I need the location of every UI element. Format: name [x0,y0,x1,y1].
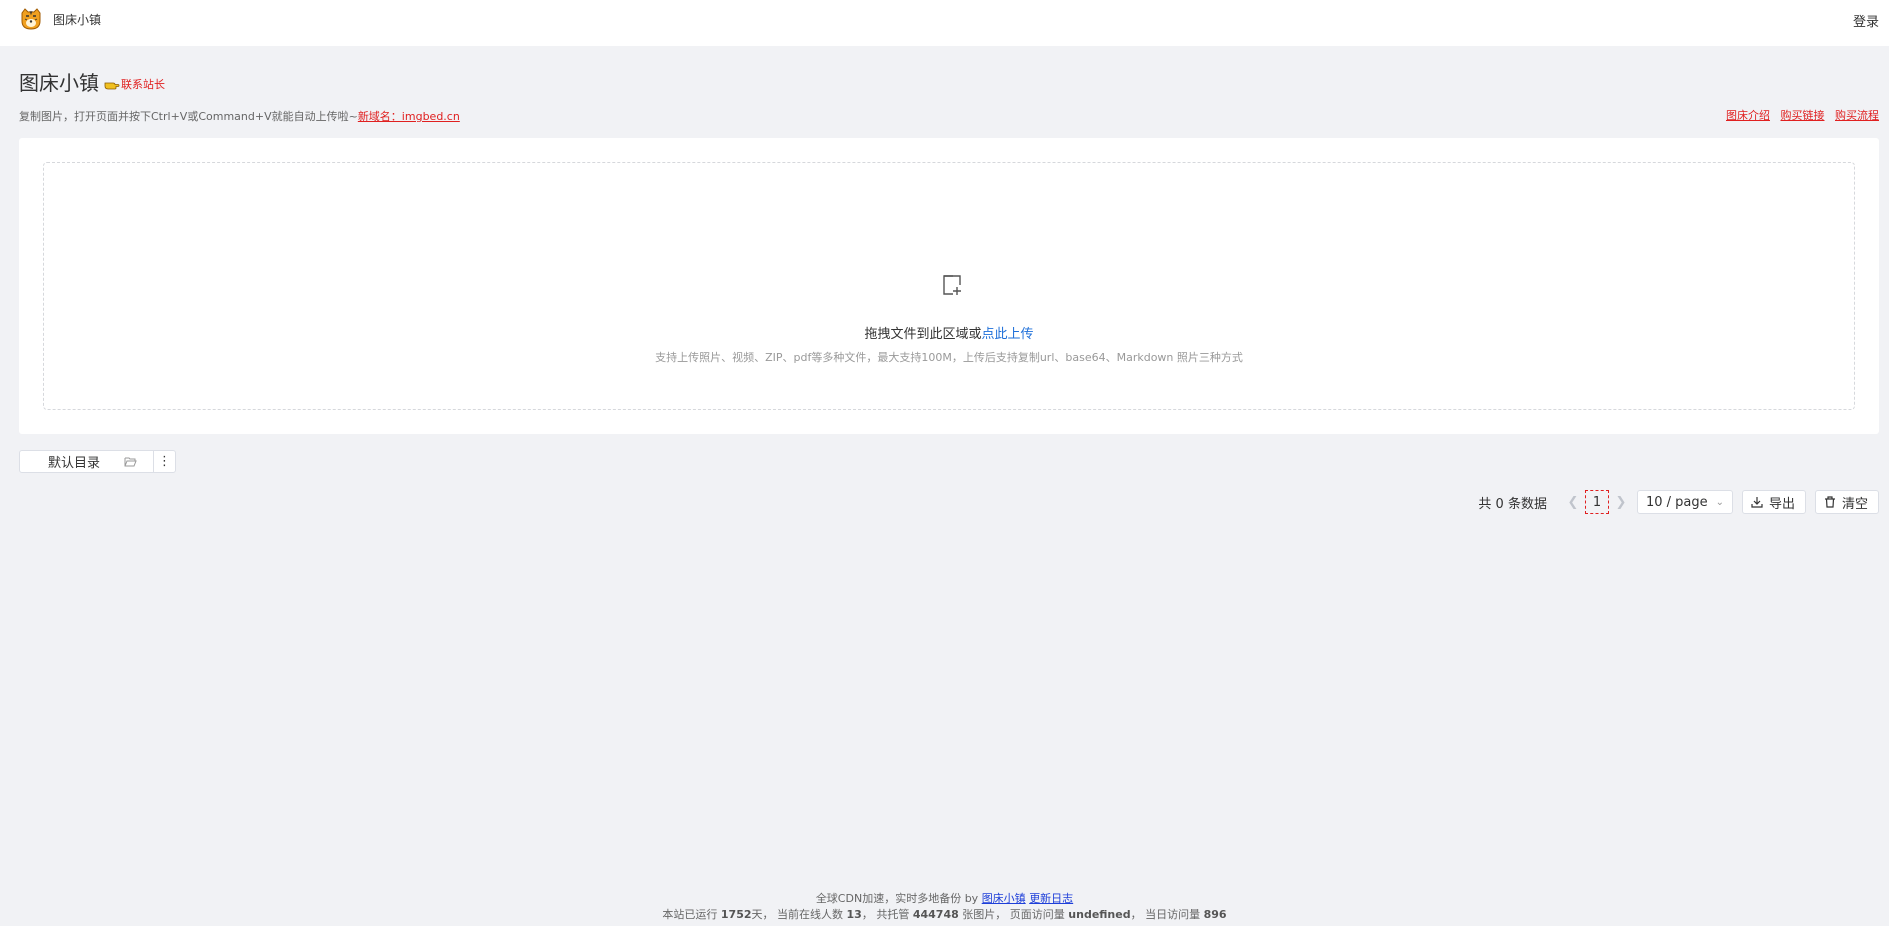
hosted-value: 444748 [912,908,959,921]
site-name[interactable]: 图床小镇 [53,11,101,28]
page-number-current[interactable]: 1 [1584,490,1609,514]
login-link[interactable]: 登录 [1853,11,1879,30]
online-label: 当前在线人数 [777,908,844,921]
download-icon [1751,497,1763,508]
today-visits-label: 当日访问量 [1145,908,1201,921]
clear-label: 清空 [1841,496,1868,512]
hosted-label: 共托管 [876,908,910,921]
upload-hint: 支持上传照片、视频、ZIP、pdf等多种文件，最大支持100M，上传后支持复制u… [655,351,1243,364]
pointing-hand-icon [104,82,120,89]
buy-flow-link[interactable]: 购买流程 [1835,109,1879,122]
top-navbar: 图床小镇 登录 [0,0,1889,46]
trash-icon [1824,496,1835,508]
intro-link[interactable]: 图床介绍 [1726,109,1770,122]
add-file-icon [943,275,961,295]
contact-admin-link[interactable]: 联系站长 [104,76,165,92]
hosted-suffix: 张图片， [962,908,1007,921]
next-page-icon[interactable]: ❯ [1611,495,1631,510]
contact-admin-label[interactable]: 联系站长 [121,76,165,92]
drop-text-main: 拖拽文件到此区域或 [864,327,982,342]
folder-more-button[interactable]: ⋮ [154,451,175,472]
pagination-bar: 共 0 条数据 ❮ 1 ❯ 10 / page ⌄ 导出 清空 [1478,490,1879,514]
pv-label: 页面访问量 [1009,908,1065,921]
footer-site-link[interactable]: 图床小镇 [982,892,1026,905]
footer-cdn-text: 全球CDN加速，实时多地备份 by [815,892,979,905]
pv-value: undefined [1068,908,1131,921]
folder-select-button[interactable]: 默认目录 [20,451,154,472]
tiger-logo-icon[interactable] [19,7,43,31]
run-days-suffix: 天， [751,908,774,921]
total-count: 共 0 条数据 [1478,496,1547,512]
footer-changelog-link[interactable]: 更新日志 [1029,892,1073,905]
clear-button[interactable]: 清空 [1814,490,1879,514]
export-button[interactable]: 导出 [1741,490,1806,514]
page-size-select[interactable]: 10 / page ⌄ [1636,490,1733,514]
footer: 全球CDN加速，实时多地备份 by 图床小镇 更新日志 本站已运行 1752天，… [0,891,1889,923]
today-visits-value: 896 [1203,908,1227,921]
folder-open-icon [124,457,137,467]
footer-stats: 本站已运行 1752天， 当前在线人数 13， 共托管 444748 张图片， … [0,907,1889,923]
drop-text: 拖拽文件到此区域或点此上传 [44,323,1854,342]
pv-suffix: ， [1130,908,1142,921]
chevron-down-icon: ⌄ [1715,496,1724,508]
upload-card: 拖拽文件到此区域或点此上传 支持上传照片、视频、ZIP、pdf等多种文件，最大支… [19,138,1879,434]
click-upload-link[interactable]: 点此上传 [982,327,1034,342]
page-size-value: 10 / page [1645,494,1708,510]
page-title: 图床小镇 [19,71,99,95]
subtitle: 复制图片，打开页面并按下Ctrl+V或Command+V就能自动上传啦~新域名：… [19,108,460,124]
folder-name: 默认目录 [48,456,101,471]
export-label: 导出 [1768,496,1795,512]
header-links: 图床介绍 购买链接 购买流程 [1719,107,1879,123]
online-suffix: ， [861,908,873,921]
folder-selector: 默认目录 ⋮ [19,450,176,473]
online-value: 13 [846,908,862,921]
run-days-label: 本站已运行 [662,908,718,921]
subtitle-text: 复制图片，打开页面并按下Ctrl+V或Command+V就能自动上传啦~ [19,110,358,123]
new-domain-link[interactable]: 新域名：imgbed.cn [358,110,460,123]
upload-dropzone[interactable]: 拖拽文件到此区域或点此上传 支持上传照片、视频、ZIP、pdf等多种文件，最大支… [43,162,1855,410]
buy-link[interactable]: 购买链接 [1781,109,1825,122]
run-days-value: 1752 [720,908,752,921]
footer-line-1: 全球CDN加速，实时多地备份 by 图床小镇 更新日志 [0,891,1889,907]
prev-page-icon[interactable]: ❮ [1563,495,1583,510]
